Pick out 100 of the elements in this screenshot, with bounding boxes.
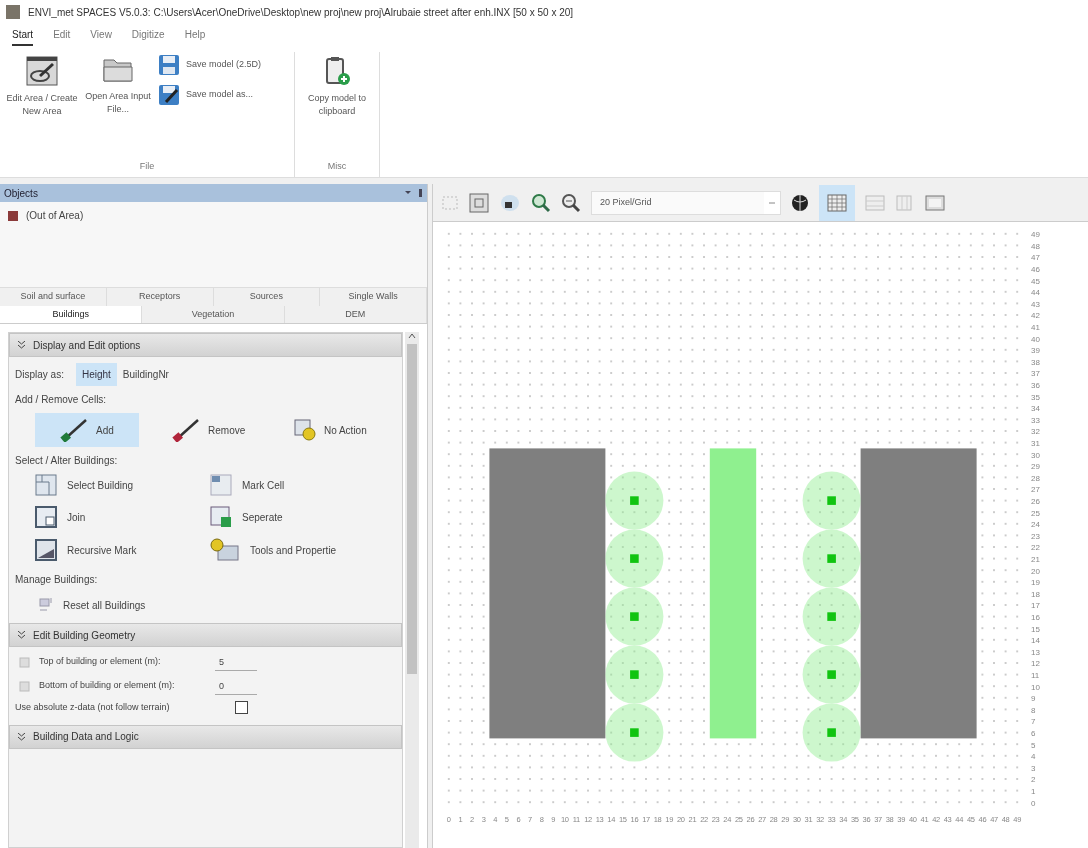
globe-icon[interactable] (791, 193, 809, 212)
grid-icon (827, 193, 847, 212)
row-number: 34 (1031, 404, 1040, 414)
menu-tab[interactable]: View (90, 27, 112, 46)
tools-icon (210, 538, 240, 562)
ribbon-button[interactable]: Save model (2.5D) (158, 54, 288, 76)
grid-toggle[interactable] (819, 184, 855, 221)
row-number: 4 (1031, 752, 1036, 762)
row-number: 47 (1031, 253, 1040, 263)
window-icon[interactable] (925, 193, 945, 212)
tree (605, 529, 664, 588)
tool-button[interactable]: Join (35, 506, 210, 528)
save-as-icon (158, 84, 180, 106)
clipboard-icon (323, 56, 351, 86)
fit-view-icon[interactable] (469, 192, 489, 213)
section-header[interactable]: Display and Edit options (9, 333, 402, 357)
tree (605, 471, 664, 530)
ribbon-button[interactable]: Edit Area / Create New Area (6, 52, 78, 160)
tool-button[interactable]: Select Building (35, 474, 210, 496)
row-number: 46 (1031, 265, 1040, 275)
brush-icon (60, 418, 89, 442)
row-number: 23 (1031, 531, 1040, 541)
row-number: 29 (1031, 462, 1040, 472)
row-number: 36 (1031, 381, 1040, 391)
ribbon-button[interactable]: Copy model to clipboard (301, 52, 373, 160)
tree (605, 587, 664, 646)
display-option[interactable]: Height (75, 363, 117, 386)
row-number: 14 (1031, 636, 1040, 646)
row-number: 41 (1031, 323, 1040, 333)
select-building-icon (35, 474, 57, 496)
checkbox[interactable] (235, 701, 248, 715)
row-number: 30 (1031, 450, 1040, 460)
menu-tab[interactable]: Start (12, 27, 34, 46)
row-number: 2 (1031, 775, 1036, 785)
row-number: 10 (1031, 682, 1040, 692)
tool-button[interactable]: Tools and Propertie (210, 538, 396, 562)
tool-button[interactable]: Seperate (210, 506, 396, 528)
save-icon (158, 54, 180, 76)
row-number: 24 (1031, 520, 1040, 530)
row-number: 12 (1031, 659, 1040, 669)
pan-icon[interactable] (499, 192, 521, 213)
tree (802, 587, 861, 646)
row-number: 42 (1031, 311, 1040, 321)
zoom-dropdown[interactable]: 20 Pixel/Grid (591, 190, 781, 215)
row-number: 13 (1031, 647, 1040, 657)
category-tab[interactable]: Buildings (0, 306, 143, 323)
row-number: 17 (1031, 601, 1040, 611)
ribbon-button[interactable]: Open Area Input File... (82, 52, 154, 160)
category-tab[interactable]: DEM (284, 306, 427, 323)
group-label: File (138, 159, 156, 173)
tool-button[interactable]: Mark Cell (210, 474, 396, 496)
scrollbar[interactable] (405, 332, 419, 848)
row-number: 35 (1031, 392, 1040, 402)
row-number: 37 (1031, 369, 1040, 379)
object-item[interactable]: (Out of Area) (26, 208, 84, 223)
cell-mode-button[interactable]: No Action (278, 413, 383, 447)
row-number: 43 (1031, 299, 1040, 309)
menu-tab[interactable]: Help (184, 27, 206, 46)
collapse-icon (18, 631, 25, 639)
cell-mode-button[interactable]: Add (35, 413, 139, 447)
dropdown-caret-icon (769, 200, 775, 205)
folder-icon (102, 56, 134, 84)
reset-icon (39, 597, 55, 613)
tool-button[interactable]: Reset all Buildings (15, 593, 396, 617)
row-number: 32 (1031, 427, 1040, 437)
height-icon (19, 655, 33, 669)
row-number: 7 (1031, 717, 1036, 727)
category-tab[interactable]: Vegetation (142, 306, 285, 323)
row-number: 16 (1031, 613, 1040, 623)
layers-icon[interactable] (865, 193, 885, 212)
columns-icon[interactable] (895, 193, 915, 212)
menu-tab[interactable]: Edit (53, 27, 71, 46)
checkbox-label: Use absolute z-data (not follow terrain) (15, 701, 171, 714)
cell-mode-button[interactable]: Remove (156, 413, 261, 447)
row-number: 9 (1031, 694, 1036, 704)
menu-tab[interactable]: Digitize (131, 27, 165, 46)
app-icon (6, 5, 20, 19)
zoom-out-icon[interactable] (561, 192, 581, 213)
row-number: 11 (1031, 671, 1040, 681)
separate-icon (210, 506, 232, 528)
tool-button[interactable]: Recursive Mark (35, 538, 210, 562)
row-number: 8 (1031, 705, 1036, 715)
number-field[interactable]: 5 (215, 653, 257, 671)
scroll-up-icon (408, 332, 416, 340)
row-number: 1 (1031, 787, 1036, 797)
display-option[interactable]: BuildingNr (116, 363, 175, 386)
ribbon-button[interactable]: Save model as... (158, 84, 288, 106)
row-number: 39 (1031, 346, 1040, 356)
row-number: 22 (1031, 543, 1040, 553)
group-caption: Select / Alter Buildings: (15, 454, 119, 468)
section-header[interactable]: Building Data and Logic (9, 724, 402, 749)
mark-cell-icon (210, 474, 232, 496)
number-field[interactable]: 0 (215, 677, 257, 695)
height-icon (19, 679, 33, 693)
row-number: 49 (1031, 230, 1040, 240)
field-label: Bottom of building or element (m): (39, 679, 176, 693)
section-header[interactable]: Edit Building Geometry (9, 623, 402, 647)
zoom-in-icon[interactable] (531, 192, 551, 213)
row-number: 45 (1031, 276, 1040, 286)
map-edit-icon (26, 56, 58, 86)
